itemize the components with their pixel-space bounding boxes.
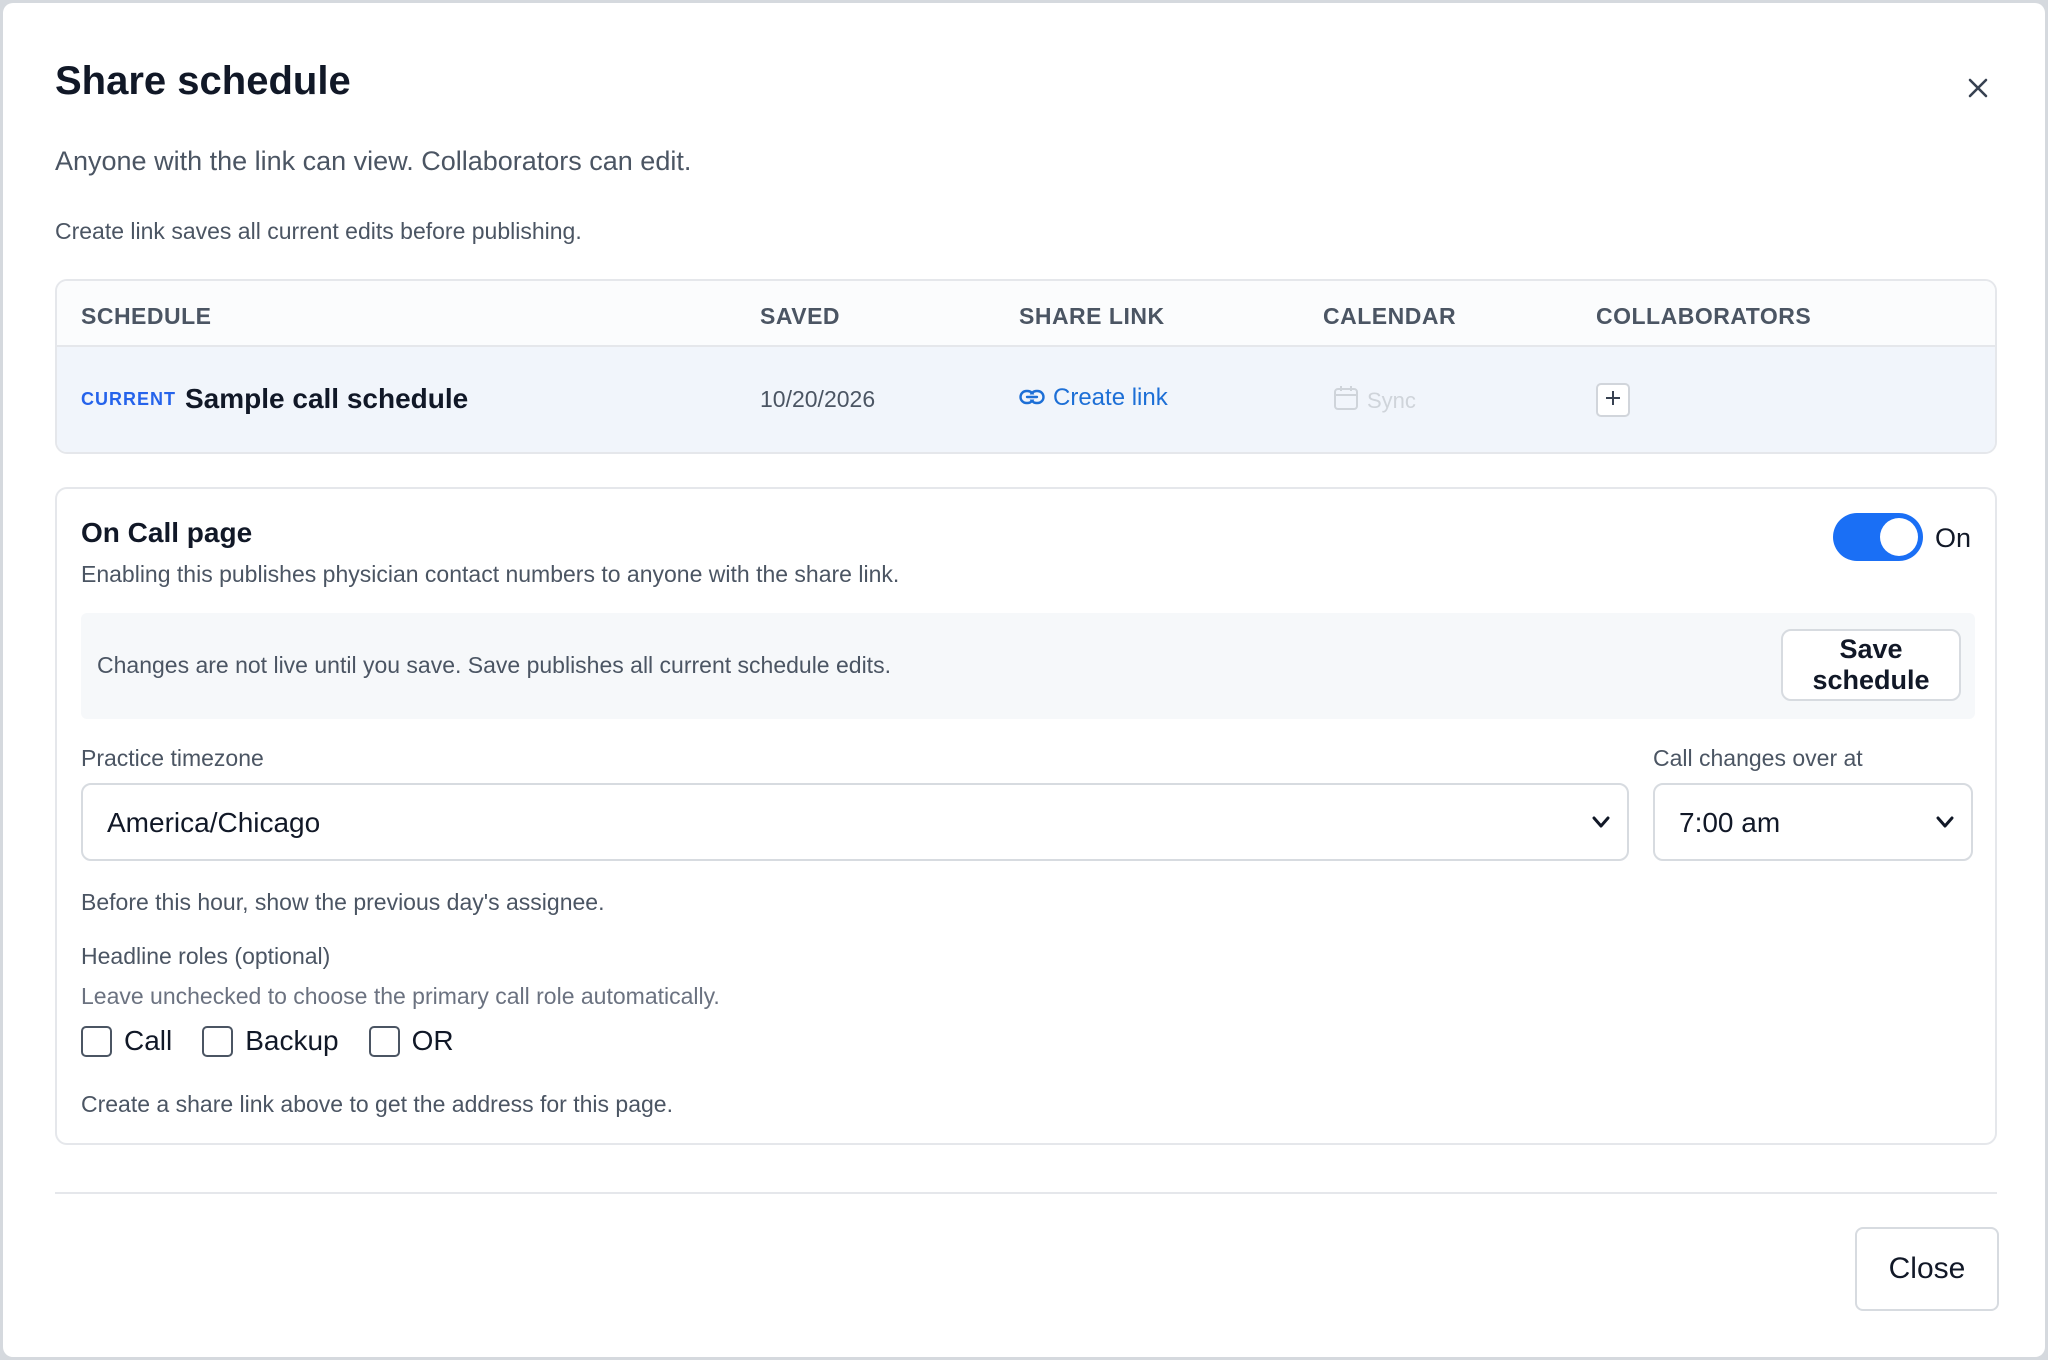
on-call-description: Enabling this publishes physician contac… <box>81 561 900 587</box>
chevron-down-icon <box>1591 812 1611 837</box>
checkbox[interactable] <box>368 1025 400 1057</box>
share-link-hint: Create a share link above to get the add… <box>81 1091 673 1117</box>
changeover-label: Call changes over at <box>1653 745 1863 771</box>
changeover-hint: Before this hour, show the previous day'… <box>81 889 605 915</box>
role-checkbox-backup[interactable]: Backup <box>202 1025 339 1057</box>
checkbox[interactable] <box>202 1025 234 1057</box>
plus-icon <box>1605 390 1621 411</box>
on-call-page-panel: On Call page Enabling this publishes phy… <box>55 487 1997 1145</box>
close-icon[interactable] <box>1961 71 1995 105</box>
schedule-table: SCHEDULE SAVED SHARE LINK CALENDAR COLLA… <box>55 279 1997 454</box>
roles-label: Headline roles (optional) <box>81 943 331 969</box>
current-badge: CURRENT <box>81 389 176 409</box>
role-checkbox-or[interactable]: OR <box>368 1025 454 1057</box>
changeover-value: 7:00 am <box>1679 807 1781 838</box>
add-collaborator-button[interactable] <box>1596 383 1630 417</box>
saved-date: 10/20/2026 <box>760 386 876 412</box>
toggle-knob <box>1880 518 1918 556</box>
column-header-collaborators: COLLABORATORS <box>1596 303 1812 329</box>
changeover-time-select[interactable]: 7:00 am <box>1653 783 1973 861</box>
role-label: OR <box>411 1025 454 1056</box>
column-header-schedule: SCHEDULE <box>81 303 212 329</box>
toggle-label: On <box>1935 523 1972 553</box>
unsaved-changes-notice: Changes are not live until you save. Sav… <box>81 613 1975 719</box>
save-schedule-button[interactable]: Save schedule <box>1781 629 1961 701</box>
timezone-label: Practice timezone <box>81 745 264 771</box>
column-header-calendar: CALENDAR <box>1323 303 1457 329</box>
roles-hint: Leave unchecked to choose the primary ca… <box>81 983 720 1009</box>
on-call-title: On Call page <box>81 517 253 548</box>
timezone-value: America/Chicago <box>107 807 321 838</box>
role-checkbox-call[interactable]: Call <box>81 1025 172 1057</box>
calendar-sync-button[interactable]: Sync <box>1333 385 1416 417</box>
on-call-toggle[interactable] <box>1833 513 1923 561</box>
table-row: CURRENT Sample call schedule 10/20/2026 … <box>57 347 1995 452</box>
role-label: Backup <box>245 1025 339 1056</box>
role-label: Call <box>124 1025 173 1056</box>
share-schedule-dialog: Share schedule Anyone with the link can … <box>3 3 2045 1357</box>
column-header-saved: SAVED <box>760 303 841 329</box>
dialog-subtitle: Anyone with the link can view. Collabora… <box>55 146 692 176</box>
dialog-note: Create link saves all current edits befo… <box>55 218 582 244</box>
notice-text: Changes are not live until you save. Sav… <box>97 652 891 678</box>
create-link-button[interactable]: Create link <box>1019 384 1168 412</box>
calendar-icon <box>1333 385 1359 417</box>
create-link-label: Create link <box>1053 384 1168 411</box>
chevron-down-icon <box>1935 812 1955 837</box>
checkbox[interactable] <box>81 1025 112 1057</box>
close-button[interactable]: Close <box>1855 1227 1999 1311</box>
footer-divider <box>55 1192 1997 1194</box>
headline-roles: Call Backup OR <box>81 1025 484 1057</box>
schedule-name: Sample call schedule <box>185 383 469 414</box>
link-icon <box>1019 384 1045 412</box>
timezone-select[interactable]: America/Chicago <box>81 783 1629 861</box>
table-header: SCHEDULE SAVED SHARE LINK CALENDAR COLLA… <box>57 281 1995 347</box>
sync-label: Sync <box>1367 388 1416 413</box>
dialog-title: Share schedule <box>55 59 351 103</box>
column-header-share-link: SHARE LINK <box>1019 303 1165 329</box>
